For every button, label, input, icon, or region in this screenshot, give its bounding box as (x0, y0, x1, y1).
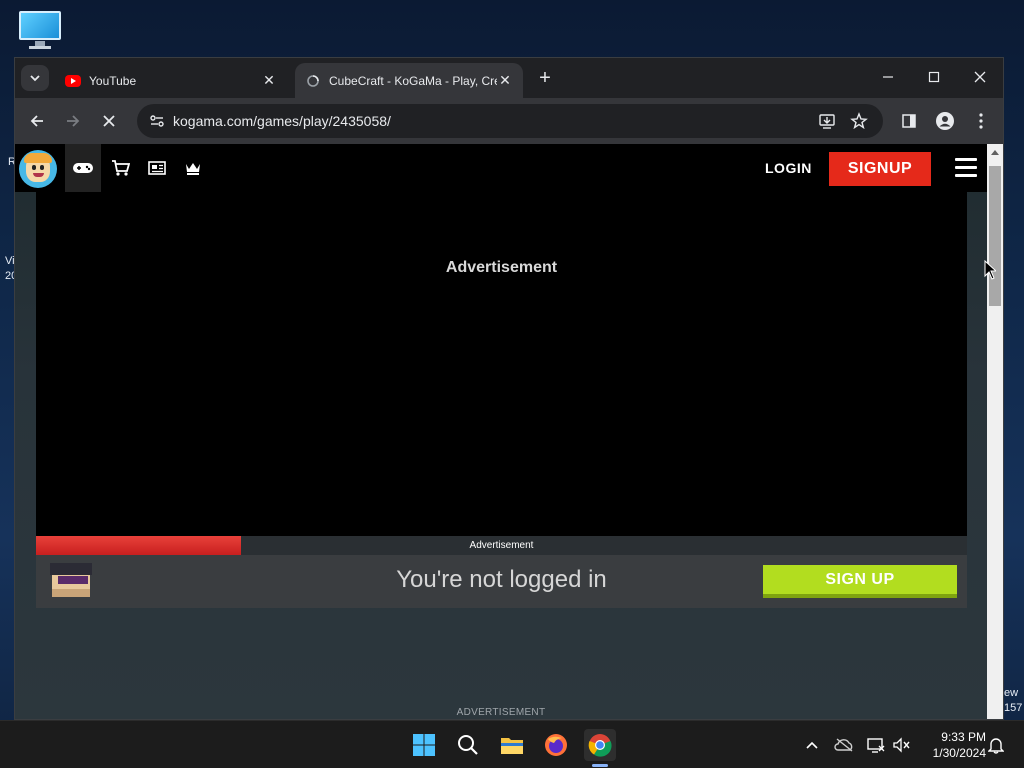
close-window-button[interactable] (957, 64, 1003, 90)
taskbar: 9:33 PM 1/30/2024 (0, 720, 1024, 768)
scroll-thumb[interactable] (989, 166, 1001, 306)
tab-strip: YouTube ✕ CubeCraft - KoGaMa - Play, Cre… (15, 58, 1003, 98)
kogama-logo[interactable] (19, 150, 57, 188)
back-button[interactable] (23, 107, 51, 135)
windows-icon (413, 734, 435, 756)
bell-icon (988, 738, 1004, 754)
volume-muted-tray-icon[interactable] (892, 735, 912, 755)
chevron-down-icon (30, 75, 40, 82)
browser-menu-button[interactable] (967, 107, 995, 135)
ad-progress-bar: Advertisement (36, 536, 967, 555)
tab-title: CubeCraft - KoGaMa - Play, Cre (329, 73, 497, 88)
leaderboard-nav-button[interactable] (175, 144, 211, 192)
clock-time: 9:33 PM (941, 730, 986, 744)
address-bar[interactable]: kogama.com/games/play/2435058/ (137, 104, 883, 138)
advertisement-area: Advertisement (36, 192, 967, 536)
start-button[interactable] (408, 729, 440, 761)
chrome-icon (588, 734, 612, 757)
desktop-text-fragment: 157 (1004, 702, 1023, 714)
desktop-text-fragment: ew (1004, 687, 1019, 699)
show-hidden-icons-button[interactable] (802, 735, 822, 755)
youtube-icon (65, 74, 81, 87)
page-viewport: LOGIN SIGNUP Advertisement Advertisement… (15, 144, 987, 719)
system-clock[interactable]: 9:33 PM 1/30/2024 (916, 729, 986, 761)
chevron-up-icon (806, 741, 818, 749)
advertisement-footer-label: ADVERTISEMENT (456, 707, 546, 718)
search-icon (458, 735, 478, 755)
forward-button[interactable] (59, 107, 87, 135)
hamburger-menu-icon[interactable] (955, 158, 977, 178)
shop-nav-button[interactable] (103, 144, 139, 192)
minimize-icon (883, 76, 893, 78)
not-logged-in-bar: You're not logged in SIGN UP (36, 555, 967, 608)
maximize-icon (928, 71, 940, 83)
side-panel-icon (902, 114, 916, 128)
loading-favicon-icon (305, 73, 321, 89)
new-tab-button[interactable]: + (533, 66, 557, 90)
firefox-icon (545, 734, 567, 756)
folder-icon (501, 738, 523, 754)
mouse-cursor-icon (984, 260, 996, 280)
advertisement-title: Advertisement (445, 259, 558, 276)
scroll-up-arrow-icon[interactable] (987, 144, 1003, 160)
minimize-button[interactable] (865, 64, 911, 90)
firefox-button[interactable] (540, 729, 572, 761)
tab-youtube[interactable]: YouTube ✕ (55, 63, 287, 98)
notifications-button[interactable] (986, 735, 1006, 755)
profile-button[interactable] (931, 107, 959, 135)
progress-label: Advertisement (469, 540, 534, 551)
arrow-left-icon (30, 115, 43, 127)
this-pc-desktop-icon[interactable] (18, 11, 62, 49)
bookmark-star-icon[interactable] (847, 109, 871, 133)
tab-search-button[interactable] (21, 65, 49, 91)
newspaper-icon (148, 161, 166, 175)
file-explorer-button[interactable] (496, 729, 528, 761)
tab-close-button[interactable]: ✕ (261, 72, 277, 89)
browser-window: YouTube ✕ CubeCraft - KoGaMa - Play, Cre… (14, 57, 1004, 720)
profile-icon (936, 112, 954, 130)
install-app-icon[interactable] (815, 109, 839, 133)
onedrive-tray-icon[interactable] (834, 735, 854, 755)
kogama-navbar: LOGIN SIGNUP (15, 144, 987, 192)
arrow-right-icon (67, 115, 80, 127)
tab-close-button[interactable]: ✕ (497, 72, 513, 89)
shopping-cart-icon (112, 160, 130, 176)
search-button[interactable] (452, 729, 484, 761)
network-tray-icon[interactable] (866, 735, 886, 755)
browser-toolbar: kogama.com/games/play/2435058/ (15, 98, 1003, 144)
tab-cubecraft[interactable]: CubeCraft - KoGaMa - Play, Cre ✕ (295, 63, 523, 98)
maximize-button[interactable] (911, 64, 957, 90)
url-text: kogama.com/games/play/2435058/ (173, 113, 391, 129)
crown-icon (186, 163, 200, 175)
close-icon (974, 71, 986, 83)
active-app-indicator (592, 764, 608, 767)
side-panel-button[interactable] (895, 107, 923, 135)
site-settings-icon[interactable] (145, 109, 169, 133)
login-link[interactable]: LOGIN (765, 160, 812, 176)
gamepad-icon (73, 163, 93, 173)
stop-loading-button[interactable] (95, 107, 123, 135)
tab-title: YouTube (89, 73, 137, 88)
page-scrollbar[interactable] (987, 144, 1003, 719)
games-nav-button[interactable] (65, 144, 101, 192)
news-nav-button[interactable] (139, 144, 175, 192)
kebab-menu-icon (979, 113, 983, 129)
chrome-button[interactable] (584, 729, 616, 761)
sign-up-button[interactable]: SIGN UP (763, 565, 957, 598)
signup-button[interactable]: SIGNUP (829, 152, 931, 186)
close-icon (103, 115, 115, 127)
clock-date: 1/30/2024 (932, 746, 986, 760)
